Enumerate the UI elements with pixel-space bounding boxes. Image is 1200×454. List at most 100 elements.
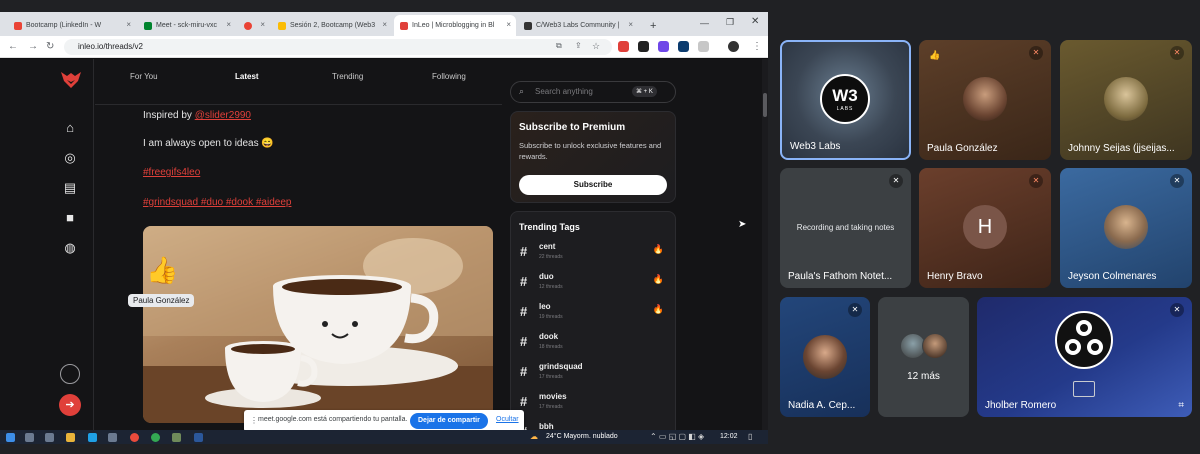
stop-sharing-button[interactable]: Dejar de compartir — [410, 413, 488, 429]
app-icon[interactable] — [108, 433, 117, 442]
extension-icon[interactable] — [678, 41, 689, 52]
community-icon — [524, 21, 532, 30]
puzzle-icon[interactable] — [698, 41, 709, 52]
browser-tab-community[interactable]: C/Web3 Labs Community | × — [518, 15, 638, 36]
participant-name: Paula's Fathom Notet... — [788, 271, 893, 282]
reload-icon[interactable]: ↻ — [46, 41, 54, 52]
hide-link[interactable]: Ocultar — [496, 416, 519, 423]
tag-count: 22 threads — [539, 254, 563, 260]
close-icon[interactable]: × — [506, 20, 511, 29]
tab-following[interactable]: Following — [432, 72, 466, 81]
participant-tile-paula[interactable]: 👍 ✕ Paula González — [919, 40, 1051, 160]
tray-icons[interactable]: ⌃ ▭ ◱ ▢ ◧ ◈ — [650, 432, 704, 441]
edge-icon[interactable] — [88, 433, 97, 442]
widgets-icon[interactable] — [45, 433, 54, 442]
app-icon[interactable] — [172, 433, 181, 442]
extension-icon[interactable] — [638, 41, 649, 52]
share-icon[interactable]: ⇪ — [575, 41, 582, 50]
notification-icon[interactable]: ▯ — [748, 432, 752, 441]
participant-tile-jeyson[interactable]: ✕ Jeyson Colmenares — [1060, 168, 1192, 288]
taskview-icon[interactable] — [25, 433, 34, 442]
tab-for-you[interactable]: For You — [130, 72, 158, 81]
participant-tile-jholber[interactable]: ✕ ⌗ Jholber Romero — [977, 297, 1192, 417]
minimize-icon[interactable]: — — [700, 18, 709, 28]
tab-trending[interactable]: Trending — [332, 72, 363, 81]
subscribe-button[interactable]: Subscribe — [519, 175, 667, 195]
hashtag-link[interactable]: #freegifs4leo — [143, 167, 200, 178]
user-avatar-icon[interactable] — [60, 364, 80, 384]
tag-name: grindsquad — [539, 362, 583, 371]
logout-icon[interactable]: ➔ — [59, 394, 81, 416]
drag-handle-icon[interactable]: ⋮ — [250, 416, 258, 425]
participant-tile-fathom[interactable]: Recording and taking notes ✕ Paula's Fat… — [780, 168, 911, 288]
participant-name: Paula González — [927, 143, 998, 154]
news-icon[interactable]: ▤ — [63, 181, 77, 195]
inleo-logo-icon[interactable] — [60, 71, 82, 89]
post-image[interactable] — [143, 226, 493, 423]
back-icon[interactable]: ← — [8, 41, 18, 52]
scrollbar[interactable] — [762, 59, 768, 430]
participant-name: Johnny Seijas (jjseijas... — [1068, 143, 1175, 154]
globe-icon[interactable]: ◍ — [63, 241, 77, 255]
browser-tab-session[interactable]: Sesión 2, Bootcamp (Web3 × — [272, 15, 392, 36]
tab-label: Meet - sck-miru-vxc — [156, 22, 218, 29]
start-icon[interactable] — [6, 433, 15, 442]
hashtag-icon: # — [520, 364, 528, 379]
fire-icon: 🔥 — [652, 244, 664, 254]
avatar — [963, 77, 1007, 121]
maximize-icon[interactable]: ❐ — [726, 17, 734, 28]
browser-tab-bootcamp[interactable]: Bootcamp (LinkedIn - W × — [8, 15, 136, 36]
browser-tab-inleo[interactable]: InLeo | Microblogging in Bl × — [394, 15, 516, 36]
close-window-icon[interactable]: ✕ — [751, 16, 759, 27]
share-status-text: meet.google.com está compartiendo tu pan… — [258, 416, 408, 423]
explorer-icon[interactable] — [66, 433, 75, 442]
new-tab-button[interactable]: + — [644, 15, 660, 36]
home-icon[interactable]: ⌂ — [63, 121, 77, 135]
participant-name-overlay: Paula González — [128, 294, 195, 307]
close-icon[interactable]: × — [226, 20, 231, 29]
browser-tab-recording[interactable]: × — [238, 15, 270, 36]
participant-tile-web3-labs[interactable]: W3 LABS Web3 Labs — [780, 40, 911, 160]
premium-title: Subscribe to Premium — [519, 122, 626, 133]
trending-tag-dook[interactable]: # dook 18 threads — [520, 330, 666, 358]
trending-tag-grindsquad[interactable]: # grindsquad 17 threads — [520, 360, 666, 388]
participant-tile-nadia[interactable]: ✕ Nadia A. Cep... — [780, 297, 870, 417]
profile-avatar[interactable] — [728, 41, 739, 52]
avatar — [922, 333, 948, 359]
install-icon[interactable]: ⧉ — [556, 41, 562, 51]
mention-link[interactable]: @slider2990 — [195, 110, 251, 121]
trending-tag-cent[interactable]: # cent 22 threads 🔥 — [520, 240, 666, 268]
close-icon[interactable]: × — [260, 20, 265, 29]
more-participants-tile[interactable]: 12 más — [878, 297, 969, 417]
menu-kebab-icon[interactable]: ⋮ — [752, 41, 762, 52]
left-navigation: ⌂ ◎ ▤ ■ ◍ ➔ — [46, 59, 94, 430]
participant-tile-johnny[interactable]: ✕ Johnny Seijas (jjseijas... — [1060, 40, 1192, 160]
crop-icon[interactable]: ⌗ — [1178, 400, 1184, 411]
participant-name: Jeyson Colmenares — [1068, 271, 1157, 282]
url-input[interactable]: inleo.io/threads/v2 — [64, 39, 612, 55]
scrollbar-thumb[interactable] — [763, 93, 767, 117]
compass-icon[interactable]: ◎ — [63, 151, 77, 165]
forward-icon[interactable]: → — [28, 41, 38, 52]
close-icon[interactable]: × — [126, 20, 131, 29]
browser-tab-meet[interactable]: Meet - sck-miru-vxc × — [138, 15, 236, 36]
trending-tag-leo[interactable]: # leo 19 threads 🔥 — [520, 300, 666, 328]
trending-tag-duo[interactable]: # duo 12 threads 🔥 — [520, 270, 666, 298]
close-icon[interactable]: × — [382, 20, 387, 29]
word-icon[interactable] — [194, 433, 203, 442]
tag-name: cent — [539, 242, 556, 251]
extension-icon[interactable] — [618, 41, 629, 52]
extension-icon[interactable] — [658, 41, 669, 52]
trending-tag-movies[interactable]: # movies 17 threads — [520, 390, 666, 418]
video-icon[interactable]: ■ — [63, 211, 77, 225]
thumbs-up-reaction-icon: 👍 — [146, 255, 179, 285]
close-icon[interactable]: × — [628, 20, 633, 29]
weather-text: 24°C Mayorm. nublado — [546, 433, 618, 440]
participant-tile-henry[interactable]: H ✕ Henry Bravo — [919, 168, 1051, 288]
app-icon[interactable] — [130, 433, 139, 442]
chrome-icon[interactable] — [151, 433, 160, 442]
tab-latest[interactable]: Latest — [235, 72, 259, 81]
hashtag-links[interactable]: #grindsquad #duo #dook #aideep — [143, 197, 291, 208]
bookmark-star-icon[interactable]: ☆ — [592, 41, 600, 52]
hashtag-icon: # — [520, 334, 528, 349]
